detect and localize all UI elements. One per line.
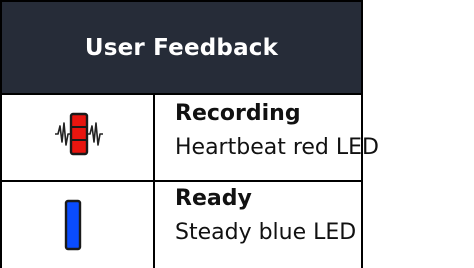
user-feedback-table: User Feedback Recording Heartbeat red LE… — [0, 0, 379, 268]
icon-cell-ready — [2, 180, 155, 268]
table-row-ready: Ready Steady blue LED — [0, 180, 363, 268]
heartbeat-red-led-icon — [54, 109, 104, 163]
recording-label: Recording — [175, 101, 301, 126]
table-header: User Feedback — [0, 0, 363, 93]
text-cell-recording: Recording Heartbeat red LED — [155, 95, 379, 180]
table-row-recording: Recording Heartbeat red LED — [0, 93, 379, 182]
text-cell-ready: Ready Steady blue LED — [155, 180, 361, 268]
ready-description: Steady blue LED — [175, 220, 357, 245]
steady-blue-led-icon — [64, 199, 82, 255]
icon-cell-recording — [2, 95, 155, 180]
recording-description: Heartbeat red LED — [175, 135, 379, 160]
table-header-title: User Feedback — [84, 34, 279, 61]
ready-label: Ready — [175, 186, 252, 211]
